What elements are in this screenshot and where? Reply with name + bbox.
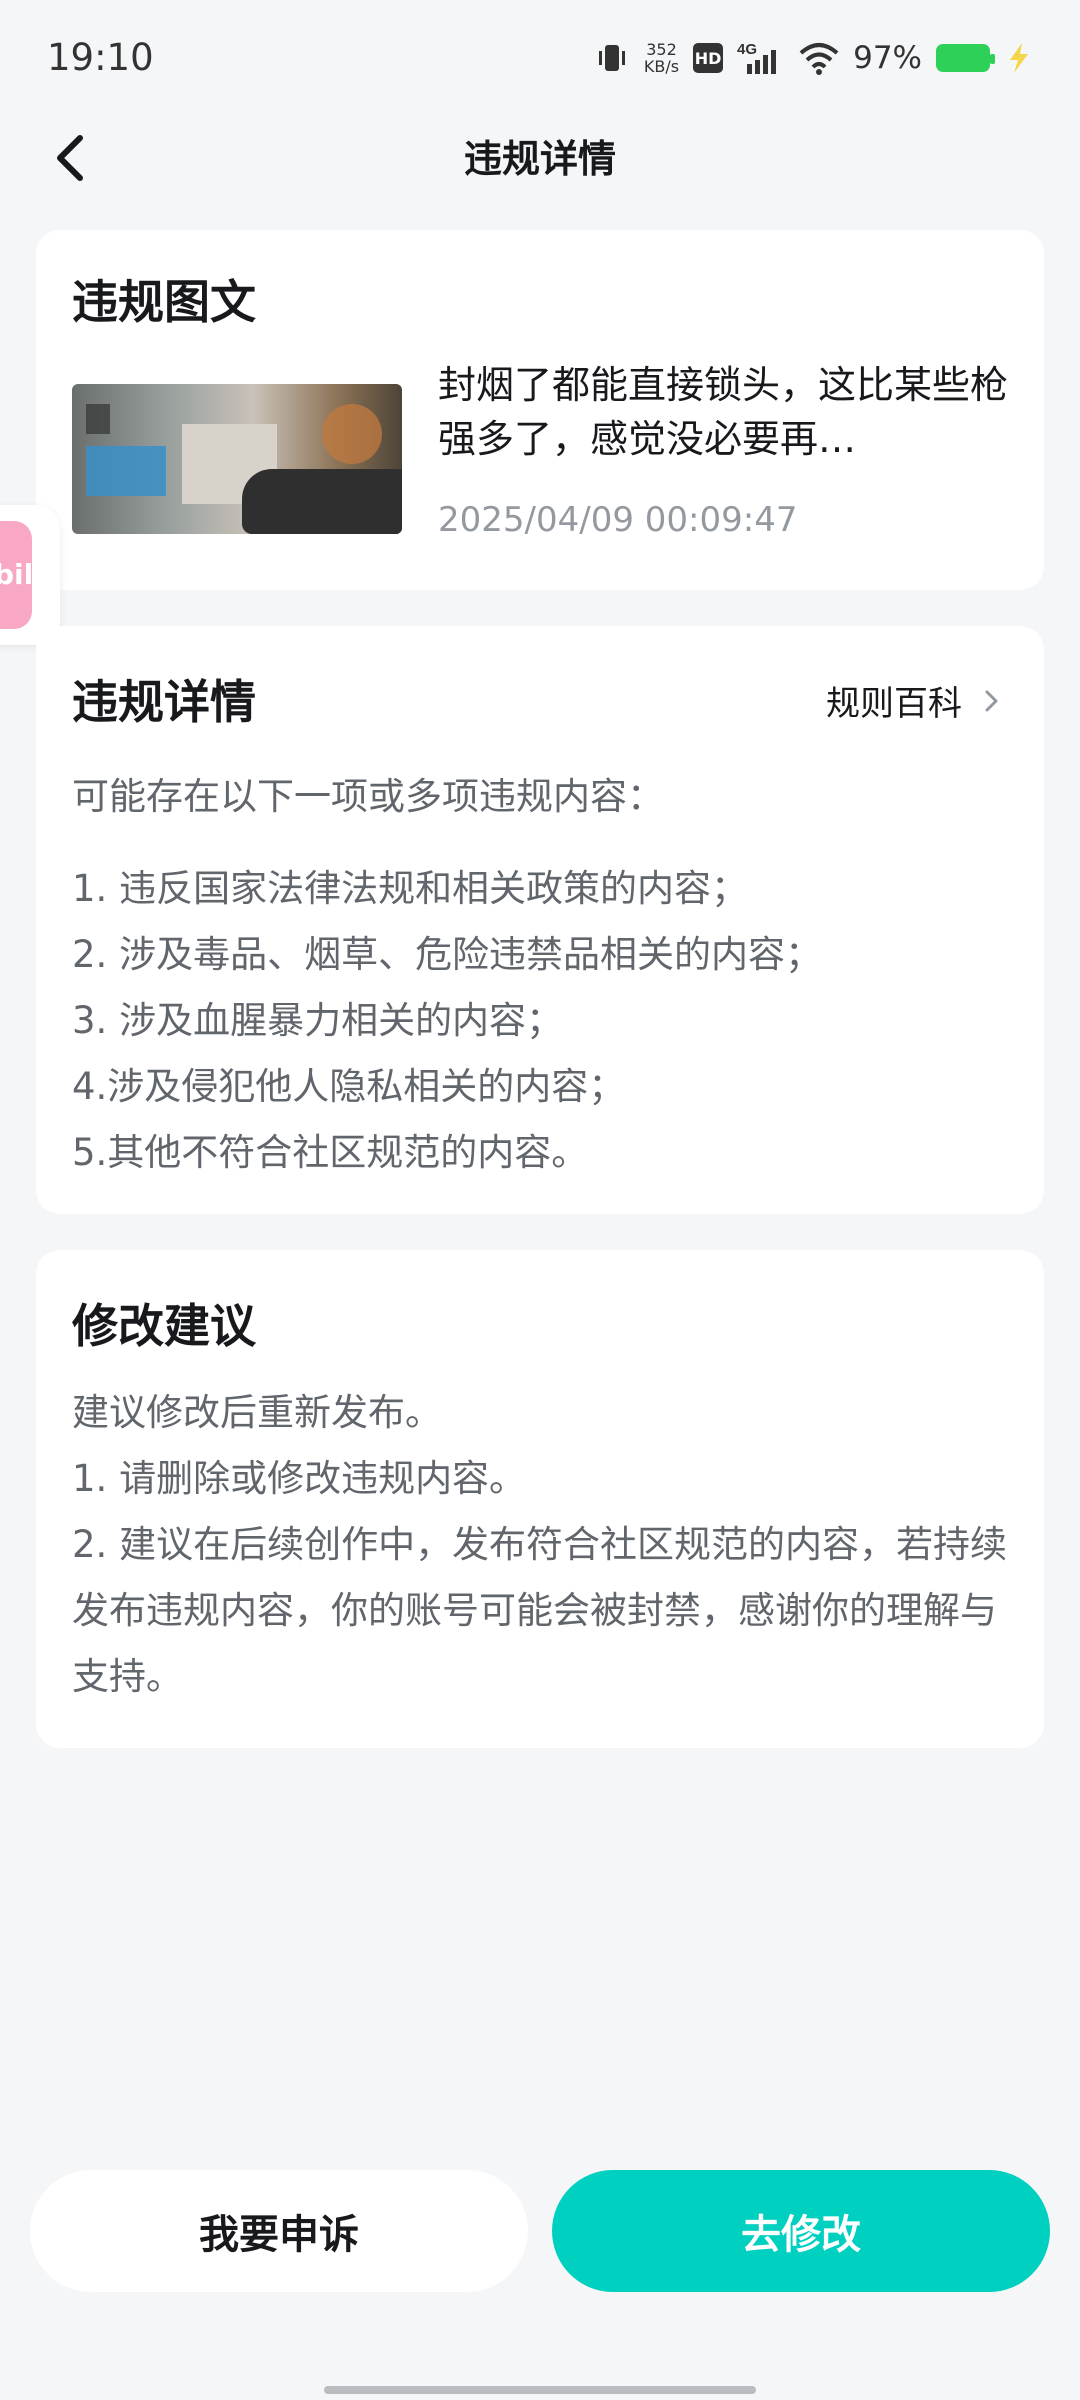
- edit-button[interactable]: 去修改: [552, 2170, 1050, 2292]
- appeal-button[interactable]: 我要申诉: [30, 2170, 528, 2292]
- status-time: 19:10: [47, 36, 154, 79]
- vibrate-icon: [598, 45, 625, 71]
- rules-encyclopedia-link[interactable]: 规则百科: [826, 676, 1004, 725]
- status-icons: 352 KB/s HD 4G 97%: [594, 36, 1032, 80]
- status-bar: 19:10 352 KB/s HD 4G 97%: [0, 0, 1080, 116]
- violation-details-card: 违规详情 规则百科 可能存在以下一项或多项违规内容： 1. 违反国家法律法规和相…: [36, 626, 1044, 1214]
- page-title: 违规详情: [463, 137, 616, 181]
- violation-list: 1. 违反国家法律法规和相关政策的内容； 2. 涉及毒品、烟草、危险违禁品相关的…: [72, 856, 1012, 1186]
- chevron-right-icon: [985, 690, 998, 711]
- hd-icon: HD: [693, 43, 724, 73]
- home-indicator[interactable]: [324, 2386, 756, 2394]
- rules-link-label: 规则百科: [826, 684, 962, 724]
- advice-text: 建议修改后重新发布。 1. 请删除或修改违规内容。 2. 建议在后续创作中，发布…: [72, 1380, 1012, 1710]
- floating-bili-widget[interactable]: bili: [0, 505, 60, 645]
- advice-line: 1. 请删除或修改违规内容。: [72, 1457, 527, 1500]
- advice-line: 建议修改后重新发布。: [72, 1391, 442, 1434]
- list-item: 3. 涉及血腥暴力相关的内容；: [72, 999, 564, 1042]
- violation-intro: 可能存在以下一项或多项违规内容：: [72, 775, 664, 818]
- advice-line: 2. 建议在后续创作中，发布符合社区规范的内容，若持续发布违规内容，你的账号可能…: [72, 1523, 1008, 1698]
- violating-post-title: 违规图文: [72, 275, 256, 329]
- violation-details-title: 违规详情: [72, 675, 256, 729]
- list-item: 4.涉及侵犯他人隐私相关的内容；: [72, 1065, 626, 1108]
- post-thumbnail[interactable]: [72, 384, 402, 534]
- action-bar: 我要申诉 去修改: [0, 2170, 1080, 2294]
- charging-icon: [1010, 43, 1028, 73]
- svg-text:4G: 4G: [737, 41, 757, 58]
- advice-title: 修改建议: [72, 1299, 256, 1353]
- battery-icon: [936, 44, 995, 72]
- bili-logo: bili: [0, 521, 32, 629]
- post-text[interactable]: 封烟了都能直接锁头，这比某些枪强多了，感觉没必要再…: [438, 358, 1018, 466]
- list-item: 5.其他不符合社区规范的内容。: [72, 1131, 589, 1174]
- signal-icon: 4G: [737, 41, 777, 74]
- list-item: 1. 违反国家法律法规和相关政策的内容；: [72, 867, 749, 910]
- modification-advice-card: 修改建议 建议修改后重新发布。 1. 请删除或修改违规内容。 2. 建议在后续创…: [36, 1250, 1044, 1748]
- nav-bar: 违规详情: [0, 116, 1080, 200]
- net-speed: 352 KB/s: [643, 40, 680, 76]
- battery-percent: 97%: [853, 40, 922, 76]
- wifi-icon: [799, 43, 839, 75]
- violating-post-card: 违规图文 封烟了都能直接锁头，这比某些枪强多了，感觉没必要再… 2025/04/…: [36, 230, 1044, 590]
- post-datetime: 2025/04/09 00:09:47: [438, 500, 798, 540]
- list-item: 2. 涉及毒品、烟草、危险违禁品相关的内容；: [72, 933, 823, 976]
